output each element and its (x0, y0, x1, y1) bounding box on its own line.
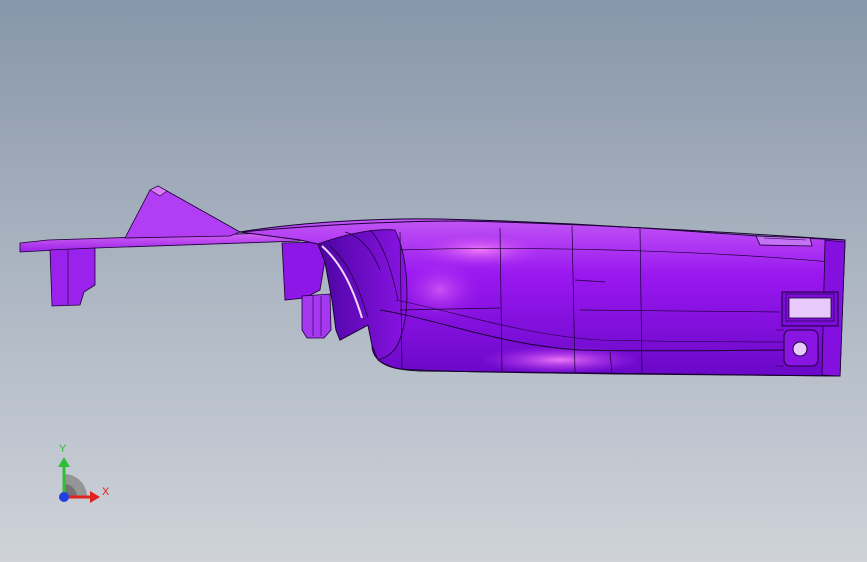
cad-part-model[interactable] (0, 0, 867, 562)
mid-bracket (281, 241, 326, 301)
y-axis-label: Y (59, 443, 67, 455)
triad-graphic (58, 457, 100, 503)
snap-clip (301, 293, 332, 339)
top-slot (755, 235, 813, 247)
coordinate-triad: Y X (40, 440, 120, 510)
latch-window (781, 291, 839, 327)
x-axis-label: X (102, 486, 110, 498)
left-tab (49, 247, 96, 307)
front-curved-face (317, 229, 408, 361)
cad-3d-viewport[interactable]: Y X (0, 0, 867, 562)
triangular-fin (124, 185, 241, 239)
